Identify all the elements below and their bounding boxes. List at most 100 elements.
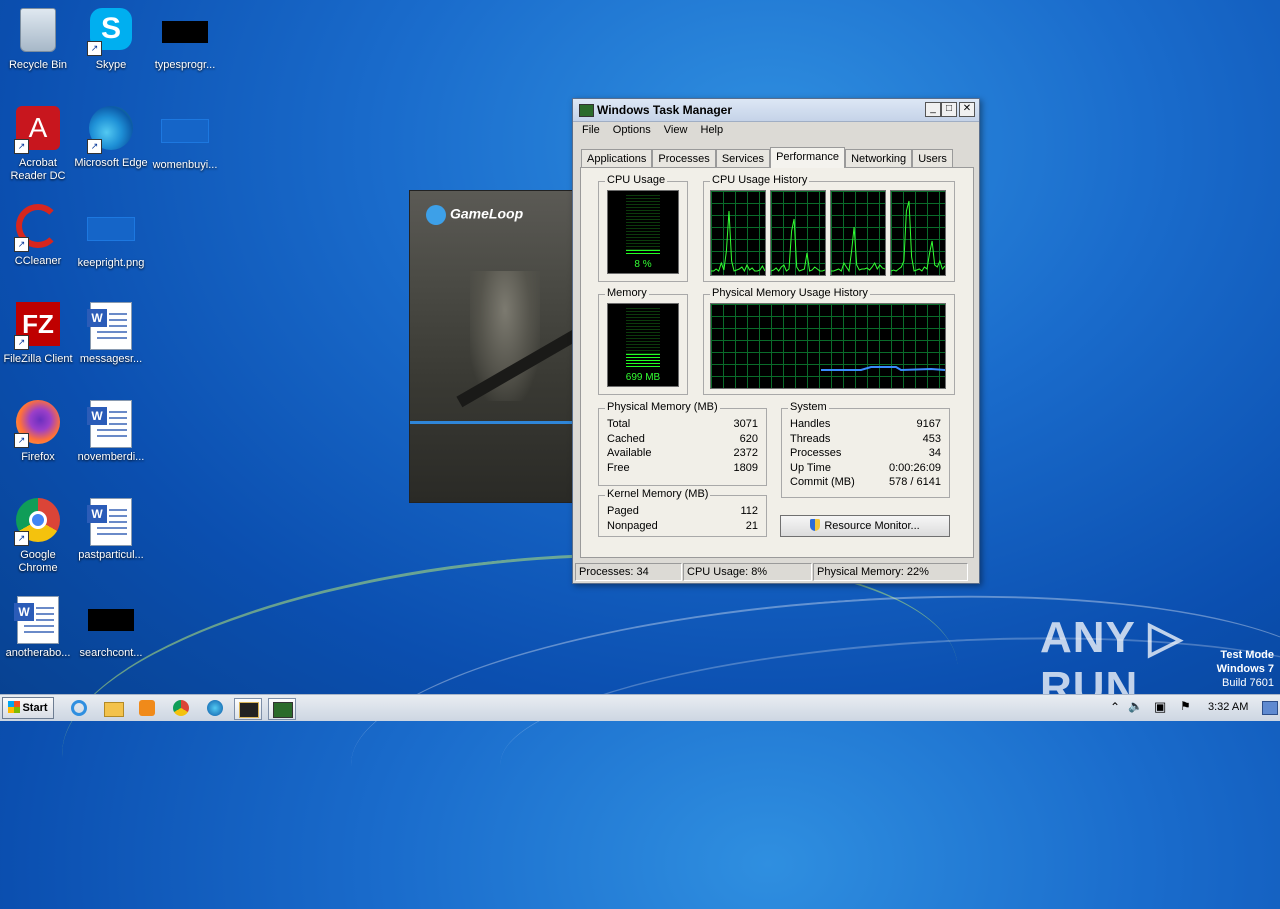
- shortcut-arrow-icon: ↗: [14, 531, 29, 546]
- show-desktop-button[interactable]: [1262, 701, 1278, 715]
- file-thumbnail-icon: [162, 21, 208, 43]
- cpu-history-title: CPU Usage History: [710, 174, 810, 186]
- shortcut-arrow-icon: ↗: [14, 433, 29, 448]
- desktop-icon-ccleaner[interactable]: ↗ CCleaner: [0, 204, 76, 268]
- stat-row: Total 3071: [607, 418, 758, 430]
- desktop-icon-anotherabo[interactable]: W anotherabo...: [0, 596, 76, 660]
- desktop-icon-pastparticul[interactable]: W pastparticul...: [73, 498, 149, 562]
- status-bar: Processes: 34 CPU Usage: 8% Physical Mem…: [575, 563, 977, 581]
- tab-services[interactable]: Services: [715, 149, 770, 168]
- shortcut-arrow-icon: ↗: [87, 139, 102, 154]
- memory-history-line: [821, 366, 945, 372]
- desktop-icon-firefox[interactable]: ↗ Firefox: [0, 400, 76, 464]
- action-center-flag-icon[interactable]: ⚑: [1180, 699, 1191, 713]
- taskbar-media-player-icon[interactable]: [134, 698, 160, 718]
- desktop-icon-searchcont[interactable]: searchcont...: [73, 596, 149, 660]
- desktop-icon-label: Skype: [95, 59, 127, 71]
- taskbar-task-manager-icon[interactable]: [268, 698, 296, 720]
- stat-row: Free 1809: [607, 462, 758, 474]
- cpu-usage-group: CPU Usage 8 %: [598, 174, 688, 282]
- shortcut-arrow-icon: ↗: [14, 139, 29, 154]
- resource-monitor-button[interactable]: Resource Monitor...: [780, 515, 950, 537]
- tab-users[interactable]: Users: [912, 149, 953, 168]
- desktop-icon-label: Microsoft Edge: [74, 157, 148, 169]
- close-button[interactable]: ✕: [959, 102, 975, 117]
- desktop-icon-skype[interactable]: S ↗ Skype: [73, 8, 149, 72]
- tab-performance[interactable]: Performance: [770, 147, 846, 168]
- cpu-core-graph: [710, 190, 766, 276]
- menu-bar: File Options View Help: [573, 122, 979, 140]
- shortcut-arrow-icon: ↗: [14, 335, 29, 350]
- taskbar-explorer-icon[interactable]: [100, 698, 126, 718]
- taskbar-chrome-icon[interactable]: [168, 698, 194, 718]
- menu-help[interactable]: Help: [696, 122, 729, 138]
- taskbar-ie-icon[interactable]: [66, 698, 92, 718]
- stat-row: Handles 9167: [790, 418, 941, 430]
- desktop-icon-label: FileZilla Client: [3, 353, 73, 365]
- physical-memory-group: Physical Memory (MB) Total 3071 Cached 620…: [598, 401, 767, 486]
- physical-memory-title: Physical Memory (MB): [605, 401, 720, 413]
- word-document-icon: W: [87, 302, 135, 350]
- desktop-icon-keepright[interactable]: keepright.png: [73, 204, 149, 270]
- start-button[interactable]: Start: [2, 697, 54, 719]
- acrobat-icon: A ↗: [14, 106, 62, 154]
- cpu-usage-meter: 8 %: [607, 190, 679, 274]
- loading-progress-bar: [410, 421, 576, 424]
- edge-icon: ↗: [87, 106, 135, 154]
- taskbar-gameloop-icon[interactable]: [234, 698, 262, 720]
- menu-view[interactable]: View: [659, 122, 693, 138]
- desktop-icon-recycle-bin[interactable]: Recycle Bin: [0, 8, 76, 72]
- task-manager-app-icon: [579, 104, 594, 117]
- cpu-history-line: [771, 218, 825, 272]
- gameloop-logo-icon: [426, 205, 446, 225]
- cpu-usage-value: 8 %: [634, 259, 652, 270]
- memory-fill: [626, 354, 660, 368]
- desktop-icon-edge[interactable]: ↗ Microsoft Edge: [73, 106, 149, 170]
- tab-applications[interactable]: Applications: [581, 149, 653, 168]
- stat-row: Nonpaged 21: [607, 520, 758, 532]
- volume-icon[interactable]: 🔈: [1128, 699, 1143, 713]
- tab-processes[interactable]: Processes: [652, 149, 716, 168]
- status-memory: Physical Memory: 22%: [813, 563, 968, 581]
- filezilla-icon: FZ ↗: [14, 302, 62, 350]
- menu-options[interactable]: Options: [608, 122, 656, 138]
- memory-history-graph: [710, 303, 946, 389]
- memory-group: Memory 699 MB: [598, 287, 688, 395]
- maximize-button[interactable]: □: [941, 102, 957, 117]
- title-bar[interactable]: Windows Task Manager _ □ ✕: [573, 99, 979, 122]
- task-manager-window[interactable]: Windows Task Manager _ □ ✕ File Options …: [572, 98, 980, 584]
- word-document-icon: W: [87, 498, 135, 546]
- stat-row: Paged 112: [607, 505, 758, 517]
- desktop-icon-typesprogr[interactable]: typesprogr...: [147, 8, 223, 72]
- performance-panel: CPU Usage 8 % CPU Usage History Memory 6…: [580, 167, 974, 558]
- desktop-icon-messagesr[interactable]: W messagesr...: [73, 302, 149, 366]
- shortcut-arrow-icon: ↗: [87, 41, 102, 56]
- tab-networking[interactable]: Networking: [845, 149, 913, 168]
- recycle-bin-icon: [14, 8, 62, 56]
- skype-icon: S ↗: [87, 8, 135, 56]
- desktop-icon-womenbuyi[interactable]: womenbuyi...: [147, 106, 223, 172]
- tray-chevron-icon[interactable]: ⌃: [1110, 700, 1120, 714]
- desktop-icon-novemberdi[interactable]: W novemberdi...: [73, 400, 149, 464]
- ccleaner-icon: ↗: [14, 204, 62, 252]
- minimize-button[interactable]: _: [925, 102, 941, 117]
- file-thumbnail-icon: [161, 119, 209, 143]
- file-thumbnail-icon: [88, 609, 134, 631]
- taskbar-edge-icon[interactable]: [202, 698, 228, 718]
- gameloop-splash[interactable]: GameLoop: [409, 190, 577, 503]
- desktop-icon-label: novemberdi...: [77, 451, 145, 463]
- image-file-icon: [87, 217, 135, 241]
- stat-row: Up Time 0:00:26:09: [790, 462, 941, 474]
- desktop-icon-acrobat[interactable]: A ↗ Acrobat Reader DC: [0, 106, 76, 183]
- menu-file[interactable]: File: [577, 122, 605, 138]
- desktop-icon-chrome[interactable]: ↗ Google Chrome: [0, 498, 76, 575]
- memory-value: 699 MB: [625, 372, 661, 383]
- desktop-icon-label: Acrobat Reader DC: [10, 157, 66, 182]
- kernel-memory-group: Kernel Memory (MB) Paged 112 Nonpaged 21: [598, 488, 767, 537]
- desktop-icon-filezilla[interactable]: FZ ↗ FileZilla Client: [0, 302, 76, 366]
- taskbar: Start ⌃ 🔈 ▣ ⚑ 3:32 AM: [0, 694, 1280, 721]
- network-icon[interactable]: ▣: [1154, 699, 1166, 715]
- cpu-core-graph: [770, 190, 826, 276]
- taskbar-clock[interactable]: 3:32 AM: [1208, 701, 1248, 713]
- desktop-icon-label: Firefox: [21, 451, 55, 463]
